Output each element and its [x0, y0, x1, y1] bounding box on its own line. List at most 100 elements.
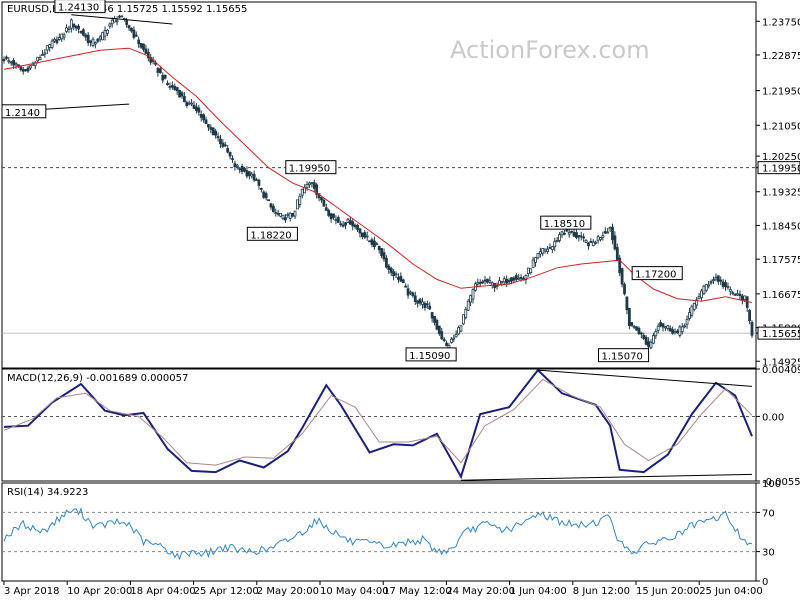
candle-body	[740, 295, 744, 301]
candle-body	[623, 284, 626, 295]
candle-body	[298, 195, 302, 205]
candle-body	[565, 229, 569, 232]
candle-body	[137, 39, 141, 45]
candle-body	[356, 225, 359, 230]
candle-body	[471, 289, 475, 300]
candle-body	[96, 38, 100, 42]
candle-body	[38, 57, 42, 61]
candle-body	[300, 188, 304, 196]
candle-body	[664, 326, 667, 329]
candle-body	[274, 212, 278, 214]
candle-body	[596, 236, 600, 241]
candle-body	[132, 29, 136, 38]
candle-body	[14, 63, 18, 66]
candle-body	[401, 279, 405, 284]
macd-trendline	[537, 369, 753, 387]
candle-body	[406, 288, 410, 296]
candle-body	[168, 86, 172, 88]
candle-body	[62, 34, 66, 38]
trading-chart[interactable]: 1.237501.228751.219501.210501.202501.199…	[0, 0, 800, 600]
candle-body	[180, 92, 184, 97]
candle-body	[599, 237, 602, 241]
candle-body	[228, 151, 232, 157]
price-tick-label: 1.21950	[762, 87, 800, 98]
candle-body	[257, 179, 261, 186]
candle-body	[519, 276, 523, 280]
candle-body	[358, 228, 362, 234]
candle-body	[651, 335, 655, 344]
candle-body	[546, 248, 549, 252]
candle-body	[483, 279, 487, 282]
candle-body	[536, 252, 540, 259]
candle-body	[572, 232, 576, 237]
candle-body	[334, 219, 338, 221]
candle-body	[425, 303, 429, 306]
candle-body	[608, 226, 612, 230]
candle-body	[517, 277, 521, 280]
candle-body	[245, 170, 249, 177]
candle-body	[721, 281, 725, 287]
x-axis-label: 1 Jun 04:00	[510, 586, 567, 597]
candle-body	[615, 247, 619, 261]
candle-body	[118, 15, 121, 18]
candle-body	[195, 106, 198, 111]
candle-body	[351, 221, 355, 227]
candle-body	[668, 327, 672, 332]
candle-body	[620, 268, 624, 285]
candle-body	[219, 138, 222, 145]
candle-body	[139, 43, 143, 48]
candle-body	[45, 45, 49, 51]
price-tick-label: 1.19950	[762, 164, 800, 175]
candle-body	[267, 199, 270, 202]
candle-body	[98, 36, 102, 40]
candle-body	[697, 296, 701, 300]
candle-body	[156, 68, 160, 73]
candle-body	[211, 127, 215, 136]
candle-body	[21, 69, 25, 72]
price-annotation-label: 1.18510	[544, 219, 585, 230]
rsi-tick-label: 70	[762, 508, 775, 519]
candle-body	[243, 167, 246, 172]
candle-body	[271, 205, 275, 213]
candle-body	[142, 43, 145, 50]
candle-body	[60, 33, 64, 40]
candle-body	[591, 241, 595, 247]
candle-body	[36, 56, 40, 62]
candle-body	[284, 217, 287, 221]
price-annotation-label: 1.15070	[601, 352, 642, 363]
candle-body	[728, 289, 732, 292]
candle-body	[647, 341, 650, 348]
candle-body	[678, 326, 682, 336]
candle-body	[279, 213, 282, 217]
candle-body	[416, 300, 420, 304]
candle-body	[327, 209, 331, 216]
candle-body	[630, 322, 634, 327]
candle-body	[486, 278, 489, 283]
candle-body	[240, 165, 244, 172]
candle-body	[305, 183, 309, 189]
candle-body	[555, 240, 559, 243]
price-tick-label: 1.15655	[762, 329, 800, 340]
candle-body	[389, 267, 393, 273]
candle-body	[332, 213, 335, 218]
candle-body	[632, 325, 636, 328]
candle-body	[293, 210, 297, 217]
candle-body	[707, 284, 711, 287]
candle-body	[637, 327, 641, 334]
price-tick-label: 1.16675	[762, 290, 800, 301]
candle-body	[733, 293, 737, 296]
price-tick-label: 1.19325	[762, 188, 800, 199]
candle-body	[690, 306, 694, 316]
candle-body	[683, 325, 687, 328]
candle-body	[41, 54, 44, 56]
candle-body	[582, 236, 586, 239]
candle-body	[541, 247, 545, 254]
candle-body	[704, 284, 708, 291]
price-tick-label: 1.18450	[762, 221, 800, 232]
candle-body	[187, 102, 191, 105]
candle-body	[69, 19, 73, 29]
x-axis-label: 10 May 04:00	[320, 586, 389, 597]
candle-body	[461, 314, 465, 325]
candle-body	[635, 326, 638, 331]
candle-body	[589, 241, 593, 243]
